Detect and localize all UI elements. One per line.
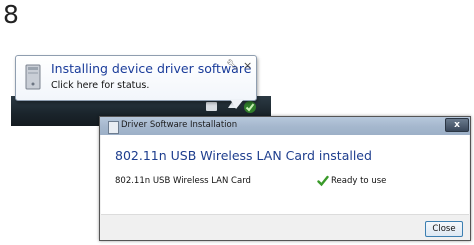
device-status: Ready to use (331, 176, 387, 186)
computer-icon (25, 64, 41, 90)
dialog-title: Driver Software Installation (121, 120, 238, 130)
device-name: 802.11n USB Wireless LAN Card (115, 176, 251, 186)
footer-divider (101, 214, 469, 215)
dialog-app-icon (108, 121, 119, 134)
notification-subtitle[interactable]: Click here for status. (51, 80, 149, 91)
dialog-body (101, 135, 469, 214)
dialog-heading: 802.11n USB Wireless LAN Card installed (115, 148, 372, 163)
green-checkmark-icon (317, 175, 329, 187)
wrench-icon[interactable]: 🔧︎ (226, 60, 239, 71)
step-number: 8 (3, 0, 19, 29)
dialog-titlebar[interactable]: Driver Software Installation x (100, 117, 470, 135)
notification-title[interactable]: Installing device driver software (51, 61, 251, 76)
close-button[interactable]: Close (425, 221, 463, 237)
device-install-check-icon[interactable] (243, 100, 257, 114)
dialog-close-button[interactable]: x (445, 118, 469, 132)
network-icon[interactable] (206, 102, 217, 111)
close-icon[interactable]: × (243, 59, 252, 72)
balloon-tail (230, 99, 244, 109)
